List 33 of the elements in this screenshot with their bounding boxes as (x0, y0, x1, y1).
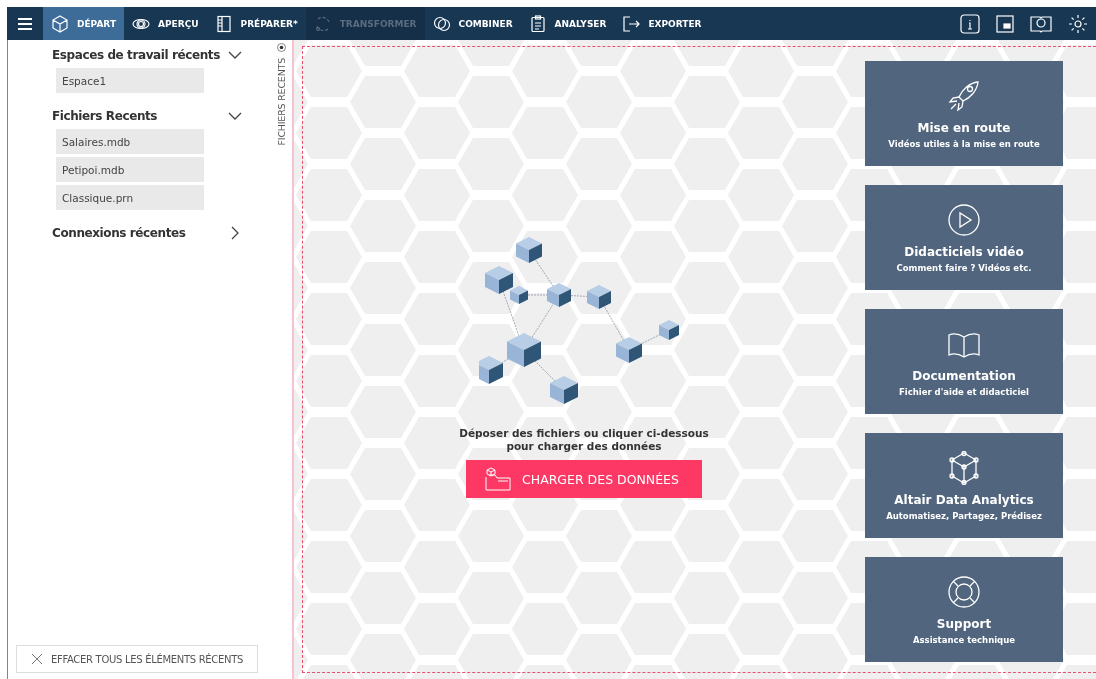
circles-icon (432, 14, 451, 33)
recent-item[interactable]: Petipoi.mdb (56, 157, 204, 182)
resource-card[interactable]: Altair Data Analytics Automatisez, Partagez, Prédisez (865, 433, 1063, 538)
resource-card[interactable]: Didacticiels vidéo Comment faire ? Vidéos etc. (865, 185, 1063, 290)
toolbar-tab[interactable]: DÉPART (43, 7, 125, 40)
folder-icon (484, 467, 512, 492)
resource-card[interactable]: Mise en route Vidéos utiles à la mise en route (865, 61, 1063, 166)
window-icon (996, 14, 1014, 33)
columns-icon (214, 14, 233, 33)
resource-card[interactable]: Documentation Fichier d'aide et didacticiel (865, 309, 1063, 414)
export-icon (622, 14, 641, 33)
side-tab-label[interactable]: FICHIERS RECENTS (275, 58, 287, 146)
network-cube-icon (947, 450, 981, 485)
drop-instruction: Déposer des fichiers ou cliquer ci-dessous pour charger des données (459, 426, 709, 453)
info-icon (960, 13, 980, 34)
recent-item[interactable]: Espace1 (56, 68, 204, 93)
recent-item[interactable]: Classique.prn (56, 185, 204, 210)
menu-icon (18, 17, 32, 30)
section-header[interactable]: Fichiers Recents (52, 109, 242, 123)
play-icon (947, 202, 981, 237)
clear-recent-button[interactable]: EFFACER TOUS LES ÉLÉMENTS RÉCENTS (16, 645, 259, 673)
section-header[interactable]: Espaces de travail récents (52, 48, 242, 62)
section-header[interactable]: Connexions récentes (52, 226, 242, 240)
pin-icon[interactable] (276, 43, 286, 52)
cycle-icon (313, 14, 332, 33)
close-icon (31, 653, 43, 665)
recent-item[interactable]: Salaires.mdb (56, 129, 204, 154)
load-data-button[interactable]: CHARGER DES DONNÉES (466, 460, 702, 499)
cube-icon (51, 14, 69, 33)
rocket-icon (947, 78, 981, 113)
lifebuoy-icon (947, 574, 981, 609)
resource-card[interactable]: Support Assistance technique (865, 557, 1063, 662)
clipboard-icon (528, 14, 547, 33)
